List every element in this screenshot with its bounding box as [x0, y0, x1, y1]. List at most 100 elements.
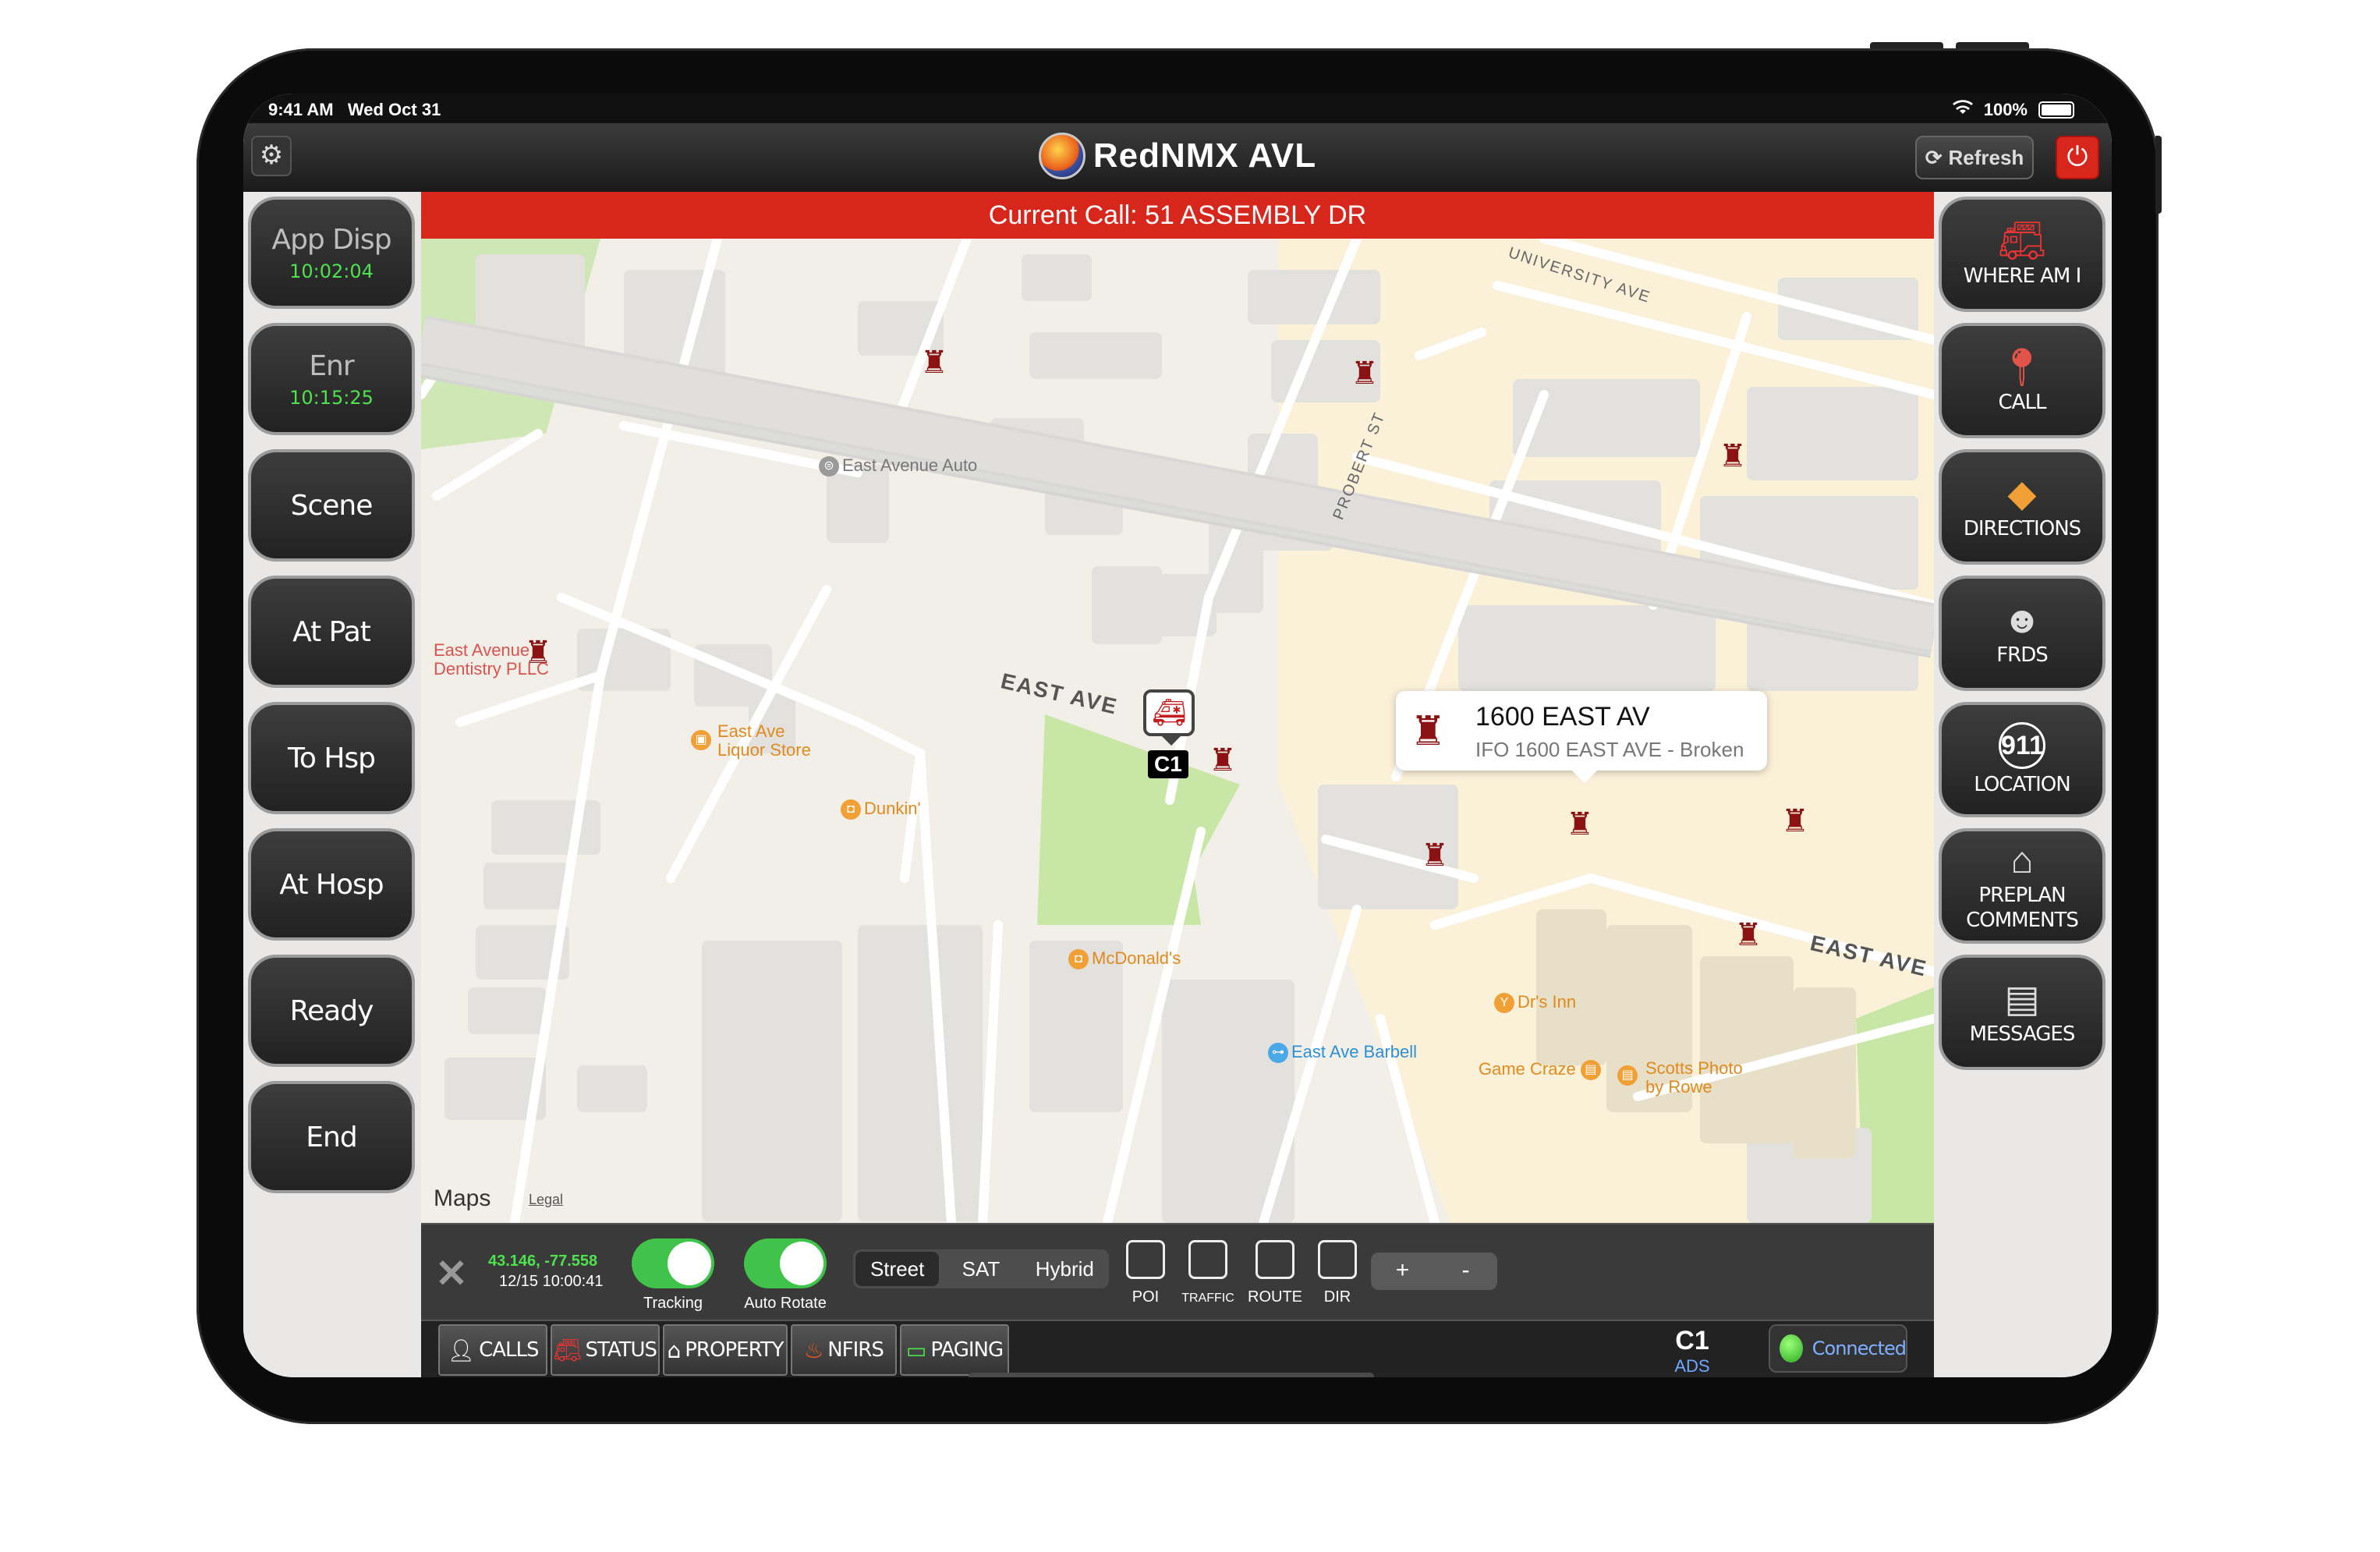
status-label: App Disp	[271, 223, 391, 256]
poi-label: Game Craze	[1479, 1059, 1576, 1079]
tracking-label: Tracking	[643, 1295, 703, 1312]
status-ready-button[interactable]: Ready	[248, 955, 415, 1067]
status-at-pat-button[interactable]: At Pat	[248, 576, 415, 688]
current-call-bar[interactable]: Current Call: 51 ASSEMBLY DR	[421, 192, 1934, 239]
zoom-out-button[interactable]: -	[1434, 1253, 1497, 1290]
map-pin-truck-icon: 🚒︎	[1998, 221, 2046, 262]
building-icon: ⌂	[2010, 840, 2034, 881]
power-icon[interactable]: ⏻	[2056, 136, 2099, 179]
fire-hydrant-icon[interactable]: ♜	[1781, 803, 1809, 839]
where-am-i-button[interactable]: 🚒︎ WHERE AM I	[1939, 197, 2106, 312]
pager-icon: ▭	[905, 1337, 926, 1363]
close-icon[interactable]: ✕	[435, 1251, 468, 1296]
tab-status[interactable]: 🚒︎ STATUS	[551, 1324, 660, 1376]
map-view[interactable]: EAST AVE EAST AVE UNIVERSITY AVE PROBERT…	[421, 239, 1934, 1223]
status-to-hsp-button[interactable]: To Hsp	[248, 702, 415, 814]
screen: 9:41 AM Wed Oct 31 100% ⚙ RedNMX AVL ⟳ R…	[243, 94, 2112, 1377]
action-label: MESSAGES	[1969, 1022, 2076, 1046]
refresh-button[interactable]: ⟳ Refresh	[1915, 136, 2034, 179]
action-label: CALL	[1998, 391, 2047, 414]
poi-scotts-photo[interactable]: ▤ Scotts Photo by Rowe	[1617, 1059, 1743, 1097]
action-button-panel: 🚒︎ WHERE AM I 📍︎ CALL ◆ DIRECTIONS ☻ FRD…	[1934, 192, 2112, 1377]
restaurant-icon: ◘	[1068, 949, 1089, 970]
fire-truck-icon: 🚒︎	[553, 1337, 582, 1363]
cocktail-icon: Y	[1494, 993, 1514, 1014]
status-label: To Hsp	[287, 742, 376, 774]
poi-east-ave-barbell[interactable]: ⊶ East Ave Barbell	[1268, 1042, 1417, 1064]
route-checkbox[interactable]	[1256, 1240, 1294, 1279]
tab-nfirs[interactable]: ♨ NFIRS	[791, 1324, 897, 1376]
status-time: 10:15:25	[289, 386, 374, 409]
app-title: RedNMX AVL	[243, 133, 2112, 179]
traffic-checkbox[interactable]	[1188, 1240, 1227, 1279]
poi-mcdonalds[interactable]: ◘ McDonald's	[1068, 948, 1181, 970]
map-type-segmented-control: Street SAT Hybrid	[853, 1249, 1109, 1288]
fire-hydrant-icon[interactable]: ♜	[1734, 917, 1762, 953]
status-enr-button[interactable]: Enr 10:15:25	[248, 323, 415, 435]
messages-button[interactable]: ▤ MESSAGES	[1939, 955, 2106, 1070]
top-button	[1870, 42, 1943, 48]
tab-paging[interactable]: ▭ PAGING	[900, 1324, 1009, 1376]
wifi-icon	[1952, 100, 1973, 120]
status-label: Enr	[309, 349, 354, 382]
poi-label: Dunkin'	[864, 799, 921, 818]
apple-maps-attribution: Maps	[434, 1185, 491, 1212]
fire-hydrant-icon[interactable]: ♜	[1719, 438, 1747, 474]
fire-hydrant-icon[interactable]: ♜	[920, 345, 948, 381]
dir-checkbox-label: DIR	[1323, 1288, 1351, 1306]
fire-hydrant-icon[interactable]: ♜	[1209, 742, 1237, 778]
status-end-button[interactable]: End	[248, 1081, 415, 1193]
status-at-hosp-button[interactable]: At Hosp	[248, 828, 415, 941]
status-app-disp-button[interactable]: App Disp 10:02:04	[248, 197, 415, 309]
unit-identifier: C1 ADS	[1669, 1326, 1716, 1377]
home-indicator[interactable]	[969, 1373, 1374, 1377]
map-type-hybrid[interactable]: Hybrid	[1023, 1252, 1107, 1286]
fire-hydrant-icon[interactable]: ♜	[1351, 356, 1379, 392]
status-label: At Hosp	[279, 868, 384, 901]
fire-hydrant-icon[interactable]: ♜	[1421, 838, 1449, 873]
frds-button[interactable]: ☻ FRDS	[1939, 576, 2106, 691]
traffic-checkbox-label: TRAFFIC	[1181, 1292, 1234, 1305]
tab-label: CALLS	[479, 1338, 539, 1362]
connection-status[interactable]: Connected	[1769, 1324, 1907, 1373]
fire-hydrant-icon[interactable]: ♜	[1566, 806, 1594, 842]
action-label: WHERE AM I	[1963, 264, 2082, 288]
tab-property[interactable]: ⌂ PROPERTY	[663, 1324, 788, 1376]
route-checkbox-label: ROUTE	[1248, 1288, 1302, 1306]
dumbbell-icon: ⊶	[1268, 1043, 1288, 1064]
preplan-comments-button[interactable]: ⌂ PREPLAN COMMENTS	[1939, 828, 2106, 944]
tab-label: STATUS	[585, 1338, 657, 1362]
hydrant-callout[interactable]: ♜ 1600 EAST AV IFO 1600 EAST AVE - Broke…	[1396, 691, 1767, 783]
tab-calls[interactable]: 👤︎ CALLS	[438, 1324, 547, 1376]
unit-id: C1	[1675, 1326, 1709, 1355]
call-button[interactable]: 📍︎ CALL	[1939, 323, 2106, 438]
auto-rotate-toggle[interactable]	[744, 1238, 827, 1288]
tracking-toggle[interactable]	[632, 1238, 714, 1288]
connection-label: Connected	[1812, 1338, 1907, 1359]
side-button	[2155, 136, 2162, 214]
poi-dunkin[interactable]: ◘ Dunkin'	[841, 799, 921, 820]
dir-checkbox[interactable]	[1318, 1240, 1357, 1279]
chat-bubble-icon: ▤	[2004, 979, 2040, 1020]
fire-hydrant-icon[interactable]: ♜	[524, 635, 552, 671]
zoom-in-button[interactable]: +	[1371, 1253, 1434, 1290]
bottle-icon: ▣	[691, 730, 711, 750]
status-scene-button[interactable]: Scene	[248, 449, 415, 562]
poi-checkbox[interactable]	[1126, 1240, 1165, 1279]
map-type-street[interactable]: Street	[855, 1252, 940, 1286]
ambulance-unit-icon[interactable]: 🚑︎	[1143, 689, 1195, 746]
poi-drs-inn[interactable]: Y Dr's Inn	[1494, 992, 1576, 1014]
poi-game-craze[interactable]: Game Craze ▤	[1479, 1059, 1604, 1081]
poi-east-ave-liquor-store[interactable]: ▣ East Ave Liquor Store	[691, 722, 811, 760]
directions-button[interactable]: ◆ DIRECTIONS	[1939, 449, 2106, 565]
legal-link[interactable]: Legal	[529, 1192, 563, 1208]
app-title-text: RedNMX AVL	[1093, 136, 1317, 175]
flame-icon: ♨	[804, 1337, 823, 1363]
poi-east-avenue-auto[interactable]: ⊜ East Avenue Auto	[819, 455, 977, 477]
connection-indicator-icon	[1780, 1334, 1803, 1362]
house-search-icon: ⌂	[667, 1337, 681, 1363]
map-type-sat[interactable]: SAT	[939, 1252, 1022, 1286]
map-control-bar: ✕ 43.146, -77.558 12/15 10:00:41 Trackin…	[421, 1223, 1934, 1320]
location-button[interactable]: 911 LOCATION	[1939, 702, 2106, 817]
car-icon: ⊜	[819, 456, 839, 477]
